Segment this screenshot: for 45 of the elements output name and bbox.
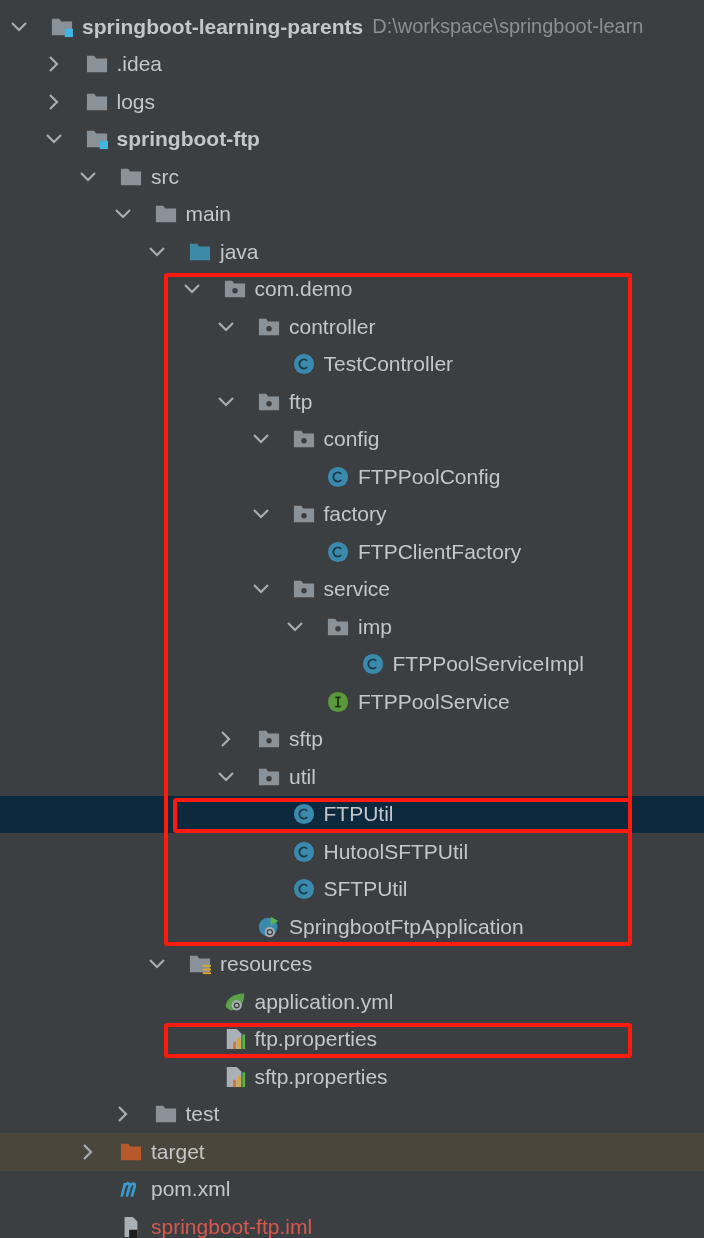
tree-item-label[interactable]: FTPPoolConfig <box>358 464 501 489</box>
tree-item-label[interactable]: application.yml <box>254 989 394 1014</box>
class-icon <box>292 840 315 863</box>
tree-item-label[interactable]: FTPPoolService <box>358 689 510 714</box>
tree-item-label[interactable]: main <box>185 202 232 227</box>
tree-item-label[interactable]: imp <box>358 614 392 639</box>
tree-item-label[interactable]: resources <box>220 952 313 977</box>
project-path: D:\workspace\springboot-learn <box>372 15 644 39</box>
tree-item-label[interactable]: SFTPUtil <box>323 877 408 902</box>
tree-item-label[interactable]: SpringbootFtpApplication <box>289 914 524 939</box>
tree-item-label[interactable]: config <box>323 427 380 452</box>
interface-icon <box>327 690 349 713</box>
tree-item-label[interactable]: sftp.properties <box>254 1064 388 1089</box>
tree-item-label[interactable]: test <box>185 1102 220 1127</box>
module-folder-icon <box>85 128 108 151</box>
tree-item-label[interactable]: com.demo <box>254 277 353 302</box>
tree-item-label[interactable]: controller <box>289 314 376 339</box>
class-icon <box>292 878 315 901</box>
class-icon <box>361 653 384 676</box>
tree-item-label[interactable]: .idea <box>116 52 163 77</box>
tree-item-label[interactable]: util <box>289 764 316 789</box>
tree-item-label[interactable]: FTPPoolServiceImpl <box>392 652 584 677</box>
class-icon <box>292 353 315 376</box>
tree-item-label[interactable]: ftp <box>289 389 313 414</box>
class-icon <box>292 803 315 826</box>
excluded-tree-row[interactable]: target <box>0 1133 704 1171</box>
tree-item-label[interactable]: HutoolSFTPUtil <box>323 839 469 864</box>
tree-item-label[interactable]: springboot-learning-parents <box>82 14 364 39</box>
tree-item-label[interactable]: FTPUtil <box>323 802 394 827</box>
tree-item-label[interactable]: target <box>151 1139 205 1164</box>
spring-boot-class-icon <box>258 915 280 938</box>
tree-item-label[interactable]: sftp <box>289 727 323 752</box>
tree-item-label[interactable]: ftp.properties <box>254 1027 378 1052</box>
class-icon <box>327 465 349 488</box>
tree-item-label[interactable]: pom.xml <box>151 1177 231 1202</box>
tree-item-label[interactable]: src <box>151 164 179 189</box>
tree-item-label[interactable]: springboot-ftp <box>116 127 260 152</box>
tree-item-label[interactable]: FTPClientFactory <box>358 539 522 564</box>
tree-item-label[interactable]: factory <box>323 502 387 527</box>
class-icon <box>327 540 349 563</box>
tree-item-label[interactable]: TestController <box>323 352 454 377</box>
tree-item-label[interactable]: service <box>323 577 391 602</box>
folder-icon <box>189 953 211 976</box>
tree-item-label[interactable]: logs <box>116 89 156 114</box>
tree-item-label[interactable]: java <box>220 239 259 264</box>
